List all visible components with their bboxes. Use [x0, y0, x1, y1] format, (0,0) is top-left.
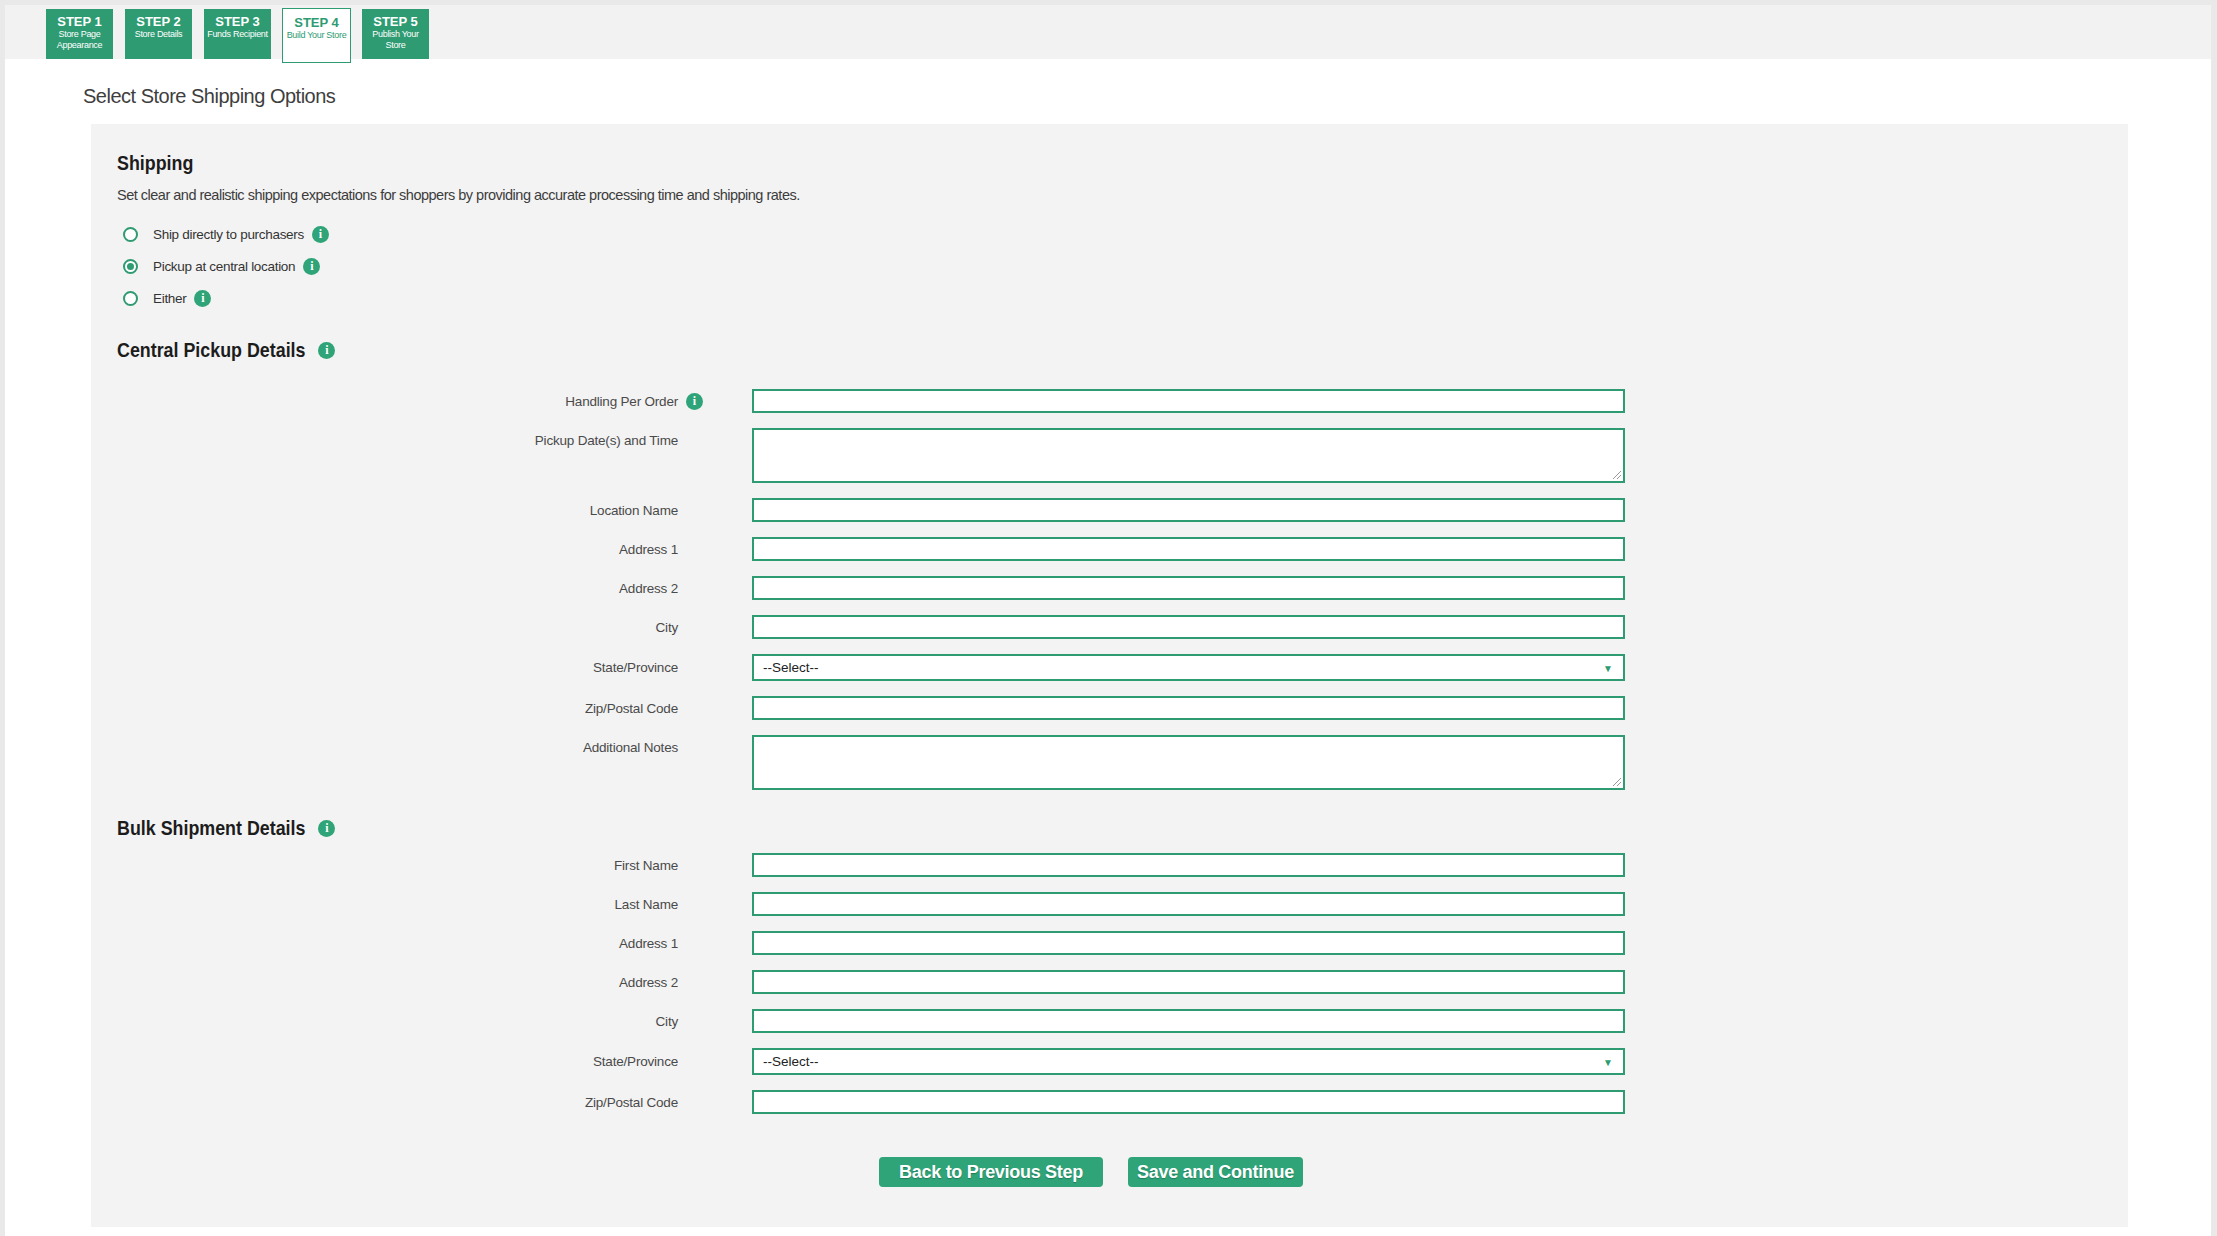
resize-grip[interactable]: [1611, 776, 1621, 786]
field-label: Address 2: [91, 581, 678, 596]
form-actions: Back to Previous Step Save and Continue: [879, 1157, 2128, 1187]
select-value: --Select--: [763, 660, 819, 675]
form-row: First Name: [91, 853, 2128, 877]
tab-step-2[interactable]: STEP 2Store Details: [125, 9, 192, 59]
page-title: Select Store Shipping Options: [83, 85, 335, 108]
central-pickup-form: Handling Per Order i Pickup Date(s) and Ti…: [91, 389, 2128, 805]
radio-option-row: Pickup at central location i: [123, 250, 2128, 282]
select-value: --Select--: [763, 1054, 819, 1069]
textarea-input[interactable]: [752, 428, 1625, 483]
info-icon[interactable]: i: [194, 290, 211, 307]
tab-step-1[interactable]: STEP 1Store Page Appearance: [46, 9, 113, 59]
form-row: Address 1: [91, 537, 2128, 561]
tab-step-5[interactable]: STEP 5Publish Your Store: [362, 9, 429, 59]
tab-step-number: STEP 5: [362, 14, 429, 29]
info-icon[interactable]: i: [686, 393, 703, 410]
text-input[interactable]: [752, 1009, 1625, 1033]
textarea-input[interactable]: [752, 735, 1625, 790]
field-label: Additional Notes: [91, 735, 678, 755]
field-label: Address 1: [91, 542, 678, 557]
field-label: Location Name: [91, 503, 678, 518]
tab-step-label: Store Page Appearance: [46, 29, 113, 50]
bulk-shipment-form: First Name Last Name Address 1 Address 2 Cit…: [91, 853, 2128, 1129]
text-input[interactable]: [752, 498, 1625, 522]
central-pickup-section-title: Central Pickup Detailsi: [117, 338, 2128, 361]
tab-step-number: STEP 3: [204, 14, 271, 29]
field-label: Address 1: [91, 936, 678, 951]
bulk-shipment-section-title: Bulk Shipment Detailsi: [117, 816, 2128, 839]
resize-grip[interactable]: [1611, 469, 1621, 479]
form-row: Pickup Date(s) and Time: [91, 428, 2128, 483]
select-dropdown[interactable]: --Select-- ▼: [752, 1048, 1625, 1075]
radio-option-row: Eitheri: [123, 282, 2128, 314]
form-row: Address 2: [91, 576, 2128, 600]
field-label: Zip/Postal Code: [91, 1095, 678, 1110]
info-icon[interactable]: i: [303, 258, 320, 275]
tab-step-number: STEP 2: [125, 14, 192, 29]
form-row: Handling Per Order i: [91, 389, 2128, 413]
tab-step-label: Funds Recipient: [204, 29, 271, 40]
radio-button[interactable]: [123, 227, 138, 242]
field-label: Last Name: [91, 897, 678, 912]
tab-step-label: Store Details: [125, 29, 192, 40]
select-dropdown[interactable]: --Select-- ▼: [752, 654, 1625, 681]
field-label: City: [91, 620, 678, 635]
back-button[interactable]: Back to Previous Step: [879, 1157, 1103, 1187]
shipping-options-panel: Shipping Set clear and realistic shippin…: [91, 124, 2128, 1227]
field-label: Handling Per Order: [91, 394, 678, 409]
field-label: State/Province: [91, 660, 678, 675]
radio-button[interactable]: [123, 291, 138, 306]
radio-label: Either: [153, 291, 186, 306]
step-tab-strip: STEP 1Store Page AppearanceSTEP 2Store D…: [5, 5, 2211, 59]
field-label: Pickup Date(s) and Time: [91, 428, 678, 448]
form-row: Zip/Postal Code: [91, 696, 2128, 720]
form-row: Additional Notes: [91, 735, 2128, 790]
text-input[interactable]: [752, 892, 1625, 916]
chevron-down-icon: ▼: [1603, 1056, 1613, 1067]
form-row: Zip/Postal Code: [91, 1090, 2128, 1114]
tab-step-label: Build Your Store: [283, 30, 350, 41]
field-label: First Name: [91, 858, 678, 873]
form-row: State/Province --Select-- ▼: [91, 654, 2128, 681]
radio-label: Pickup at central location: [153, 259, 295, 274]
text-input[interactable]: [752, 970, 1625, 994]
info-icon[interactable]: i: [318, 820, 335, 837]
form-row: Last Name: [91, 892, 2128, 916]
text-input[interactable]: [752, 389, 1625, 413]
field-label: City: [91, 1014, 678, 1029]
text-input[interactable]: [752, 537, 1625, 561]
text-input[interactable]: [752, 696, 1625, 720]
step-tabs: STEP 1Store Page AppearanceSTEP 2Store D…: [46, 9, 429, 63]
form-row: Location Name: [91, 498, 2128, 522]
radio-button[interactable]: [123, 259, 138, 274]
chevron-down-icon: ▼: [1603, 662, 1613, 673]
form-row: City: [91, 1009, 2128, 1033]
text-input[interactable]: [752, 1090, 1625, 1114]
shipping-method-radios: Ship directly to purchasersiPickup at ce…: [91, 218, 2128, 314]
radio-label: Ship directly to purchasers: [153, 227, 304, 242]
info-icon[interactable]: i: [318, 342, 335, 359]
shipping-description: Set clear and realistic shipping expecta…: [117, 187, 2128, 204]
tab-step-number: STEP 1: [46, 14, 113, 29]
form-row: Address 2: [91, 970, 2128, 994]
field-label: State/Province: [91, 1054, 678, 1069]
field-label: Address 2: [91, 975, 678, 990]
shipping-section-title: Shipping: [117, 151, 2128, 174]
label-gutter: i: [678, 393, 752, 410]
save-button[interactable]: Save and Continue: [1128, 1157, 1303, 1187]
tab-step-number: STEP 4: [283, 15, 350, 30]
tab-step-label: Publish Your Store: [362, 29, 429, 50]
info-icon[interactable]: i: [312, 226, 329, 243]
text-input[interactable]: [752, 853, 1625, 877]
tab-step-4[interactable]: STEP 4Build Your Store: [282, 8, 351, 63]
form-row: Address 1: [91, 931, 2128, 955]
tab-step-3[interactable]: STEP 3Funds Recipient: [204, 9, 271, 59]
field-label: Zip/Postal Code: [91, 701, 678, 716]
text-input[interactable]: [752, 931, 1625, 955]
radio-option-row: Ship directly to purchasers i: [123, 218, 2128, 250]
form-row: City: [91, 615, 2128, 639]
form-row: State/Province --Select-- ▼: [91, 1048, 2128, 1075]
text-input[interactable]: [752, 615, 1625, 639]
text-input[interactable]: [752, 576, 1625, 600]
